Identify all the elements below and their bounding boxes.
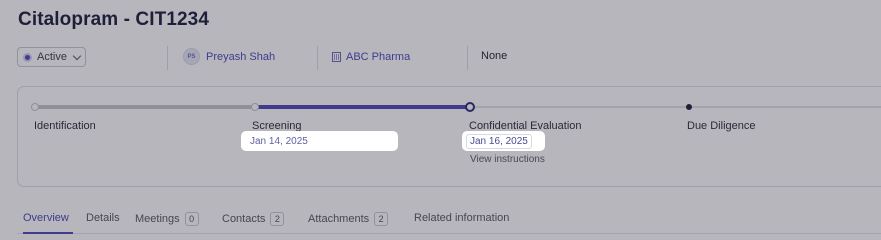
active-tab-indicator xyxy=(23,232,73,234)
stage-node-screening[interactable] xyxy=(251,103,259,111)
status-dot-icon xyxy=(23,52,32,62)
divider xyxy=(467,46,468,70)
count-badge: 0 xyxy=(184,212,199,226)
page-title: Citalopram - CIT1234 xyxy=(18,9,209,30)
status-label: Active xyxy=(37,51,67,63)
status-dropdown[interactable]: Active xyxy=(17,47,86,67)
divider xyxy=(317,46,318,70)
avatar: PS xyxy=(183,48,200,65)
progress-track-remaining xyxy=(472,106,881,108)
tab-label: Meetings xyxy=(135,213,180,225)
tab-label: Overview xyxy=(23,212,69,224)
tab-divider xyxy=(17,233,881,234)
confidential-evaluation-date-highlight: Jan 16, 2025 xyxy=(462,131,545,151)
view-instructions-link[interactable]: View instructions xyxy=(470,154,545,165)
stage-node-identification[interactable] xyxy=(31,103,39,111)
deal-page: Citalopram - CIT1234 Active PS Preyash S… xyxy=(0,0,881,240)
stage-label: Identification xyxy=(34,120,96,132)
stage-label: Due Diligence xyxy=(687,120,756,132)
tab-bar: Overview Details Meetings 0 Contacts 2 A… xyxy=(0,206,881,240)
tab-label: Contacts xyxy=(222,213,266,225)
owner-name: Preyash Shah xyxy=(206,50,276,63)
screening-date-highlight: Jan 14, 2025 xyxy=(241,131,398,151)
count-badge: 2 xyxy=(374,212,389,226)
count-badge: 2 xyxy=(270,212,285,226)
stage-progress-card: Identification Screening Confidential Ev… xyxy=(17,86,881,187)
tab-overview[interactable]: Overview xyxy=(23,212,69,224)
tab-meetings[interactable]: Meetings 0 xyxy=(135,212,199,226)
extra-value: None xyxy=(481,50,508,62)
progress-track-completed xyxy=(34,105,270,109)
company-link[interactable]: ABC Pharma xyxy=(332,48,410,65)
tab-label: Details xyxy=(86,212,120,224)
tab-related-information[interactable]: Related information xyxy=(414,212,509,224)
company-name: ABC Pharma xyxy=(346,50,411,63)
tab-attachments[interactable]: Attachments 2 xyxy=(308,212,389,226)
owner-link[interactable]: PS Preyash Shah xyxy=(183,48,275,65)
tab-label: Attachments xyxy=(308,213,370,225)
building-icon xyxy=(332,51,341,62)
stage-node-confidential-evaluation[interactable] xyxy=(465,102,475,112)
progress-track-current xyxy=(254,105,472,109)
stage-date: Jan 14, 2025 xyxy=(250,135,308,147)
meta-row: Active PS Preyash Shah ABC Pharma None xyxy=(0,44,881,72)
tab-label: Related information xyxy=(414,212,510,224)
chevron-down-icon xyxy=(72,51,82,60)
tab-contacts[interactable]: Contacts 2 xyxy=(222,212,285,226)
divider xyxy=(167,46,168,70)
stage-node-due-diligence[interactable] xyxy=(686,104,692,110)
tab-details[interactable]: Details xyxy=(86,212,120,224)
stage-date: Jan 16, 2025 xyxy=(466,133,532,149)
